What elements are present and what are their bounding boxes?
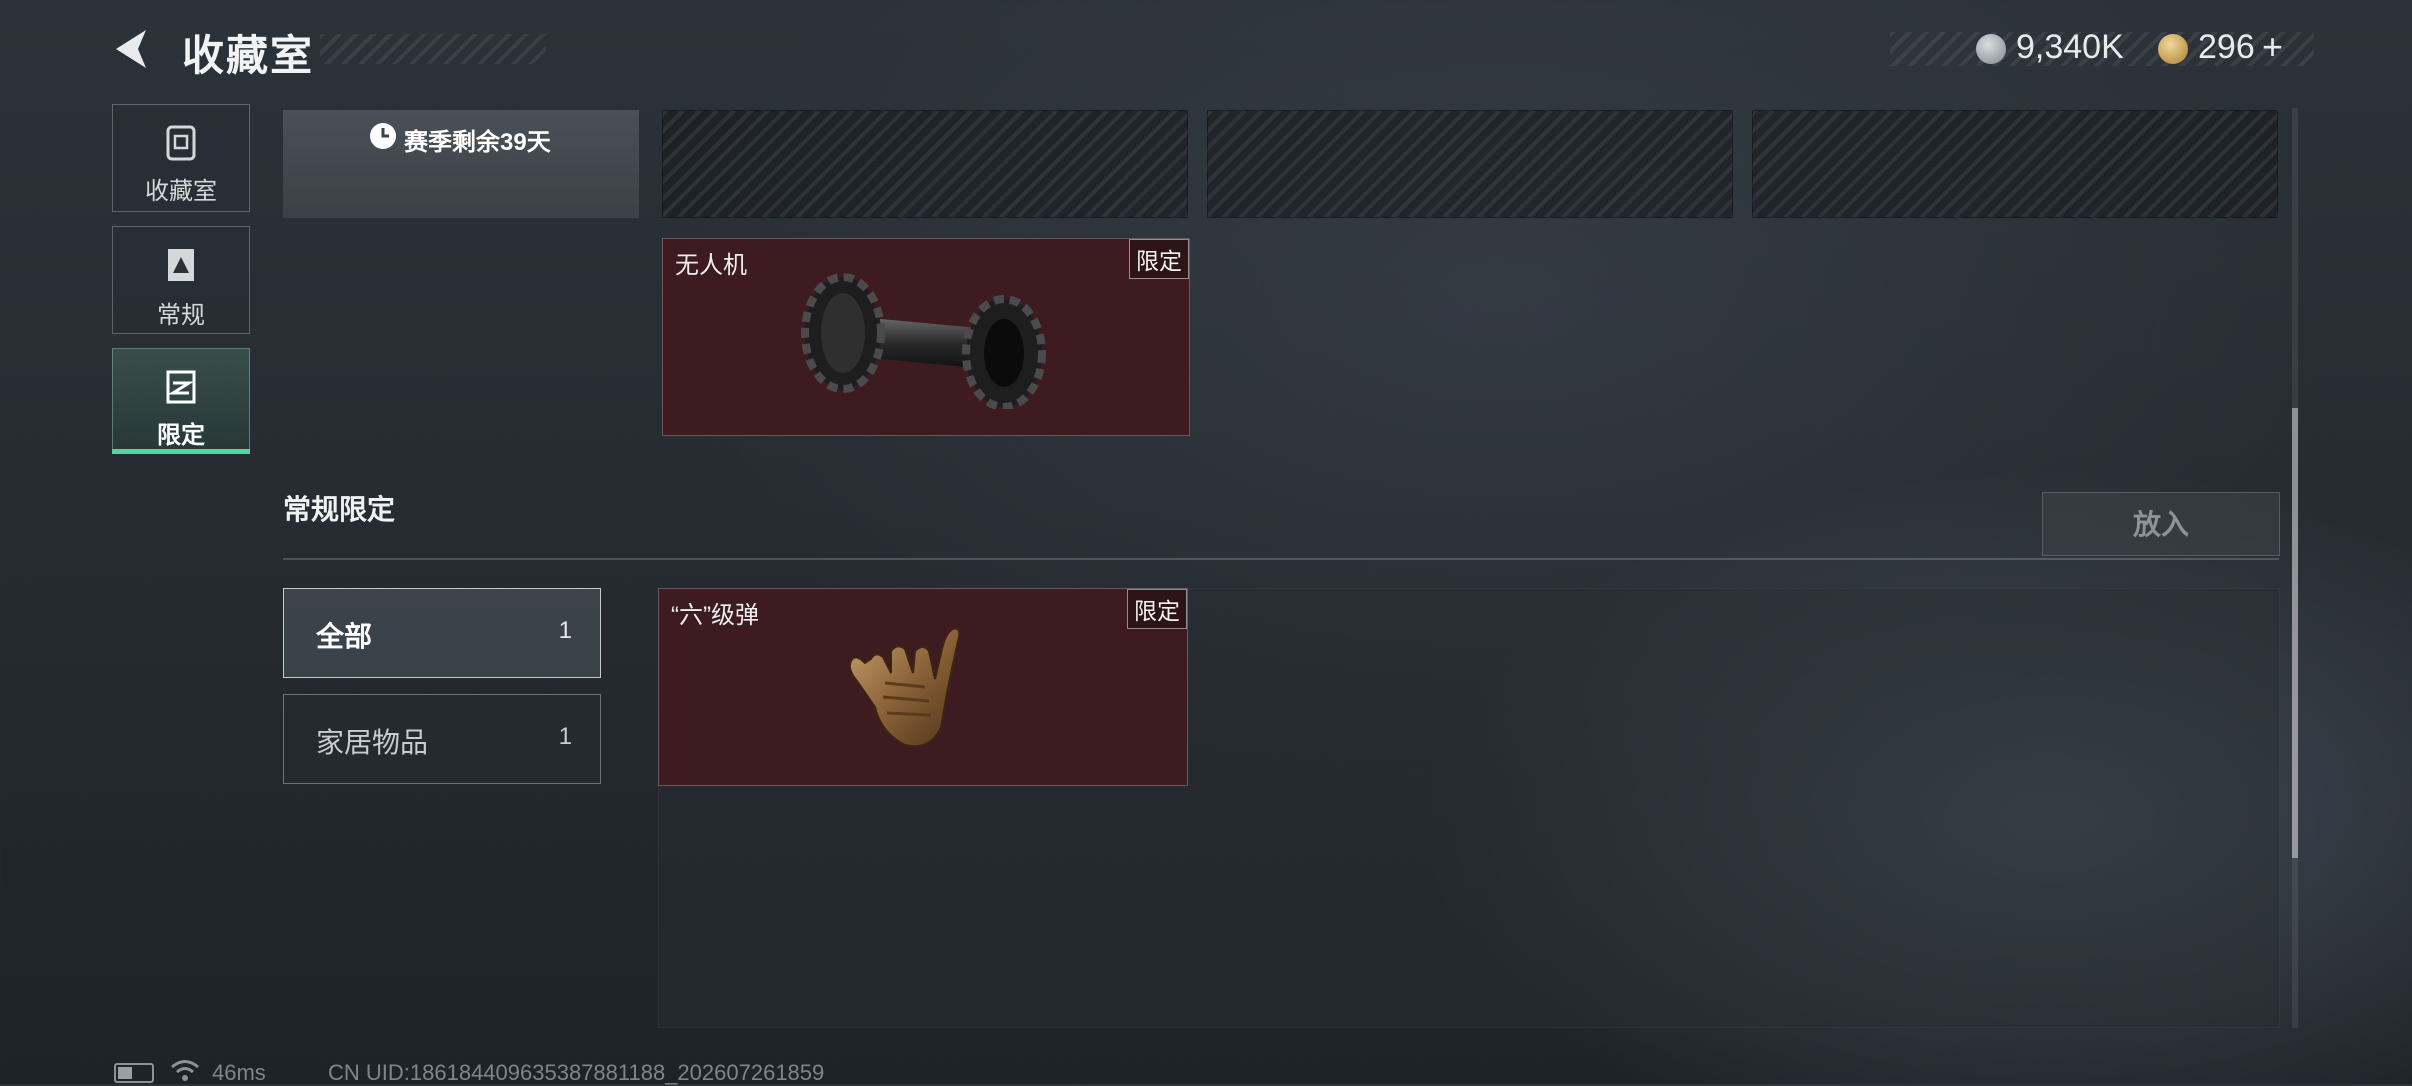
hand-gesture-item-icon xyxy=(848,627,961,748)
add-currency-button[interactable]: + xyxy=(2262,26,2283,68)
section-divider xyxy=(283,558,2279,560)
filter-all[interactable]: 全部 1 xyxy=(283,588,601,678)
collection-room-icon xyxy=(166,125,196,161)
limited-tag: 限定 xyxy=(1127,589,1187,629)
empty-slot[interactable] xyxy=(662,110,1188,218)
empty-slot[interactable] xyxy=(1207,110,1733,218)
sidebar-item-label: 常规 xyxy=(157,302,205,329)
clock-icon xyxy=(370,123,396,149)
filter-count: 1 xyxy=(558,617,572,644)
currency-secondary: 296 xyxy=(2198,28,2255,66)
filter-count: 1 xyxy=(558,723,572,750)
back-arrow-icon xyxy=(116,30,146,68)
season-remaining: 赛季剩余39天 xyxy=(404,129,551,156)
regular-card-icon xyxy=(168,249,194,281)
filter-label: 家居物品 xyxy=(316,727,429,758)
title-decoration xyxy=(320,34,546,64)
active-indicator xyxy=(112,449,250,454)
filter-label: 全部 xyxy=(316,621,373,652)
limited-tag: 限定 xyxy=(1129,239,1189,279)
sidebar-item-label: 收藏室 xyxy=(145,178,217,205)
sidebar-item-limited[interactable]: 限定 xyxy=(112,348,250,452)
filter-home-items[interactable]: 家居物品 1 xyxy=(283,694,601,784)
put-in-button[interactable]: 放入 xyxy=(2042,492,2280,556)
sidebar-item-collection[interactable]: 收藏室 xyxy=(112,104,250,212)
sidebar-item-regular[interactable]: 常规 xyxy=(112,226,250,334)
user-uid: CN UID:186184409635387881188_20260726185… xyxy=(328,1060,825,1085)
drone-tread-item-icon xyxy=(801,273,1046,409)
sidebar-item-label: 限定 xyxy=(157,422,205,449)
item-card-drone[interactable]: 无人机 限定 xyxy=(662,238,1190,436)
back-button[interactable] xyxy=(110,26,156,72)
item-card-hand[interactable]: “六”级弹 限定 xyxy=(658,588,1188,786)
limited-card-icon xyxy=(166,370,196,404)
silver-coin-icon xyxy=(1976,34,2006,64)
wifi-icon xyxy=(171,1060,199,1081)
page-title: 收藏室 xyxy=(182,32,315,79)
scrollbar-thumb[interactable] xyxy=(2292,408,2298,858)
item-name: “六”级弹 xyxy=(671,602,759,629)
item-name: 无人机 xyxy=(675,252,747,279)
gold-coin-icon xyxy=(2158,34,2188,64)
section-title: 常规限定 xyxy=(283,494,396,525)
battery-level xyxy=(118,1067,132,1079)
currency-primary: 9,340K xyxy=(2016,28,2124,66)
empty-slot[interactable] xyxy=(1752,110,2278,218)
ping-value: 46ms xyxy=(212,1060,266,1085)
